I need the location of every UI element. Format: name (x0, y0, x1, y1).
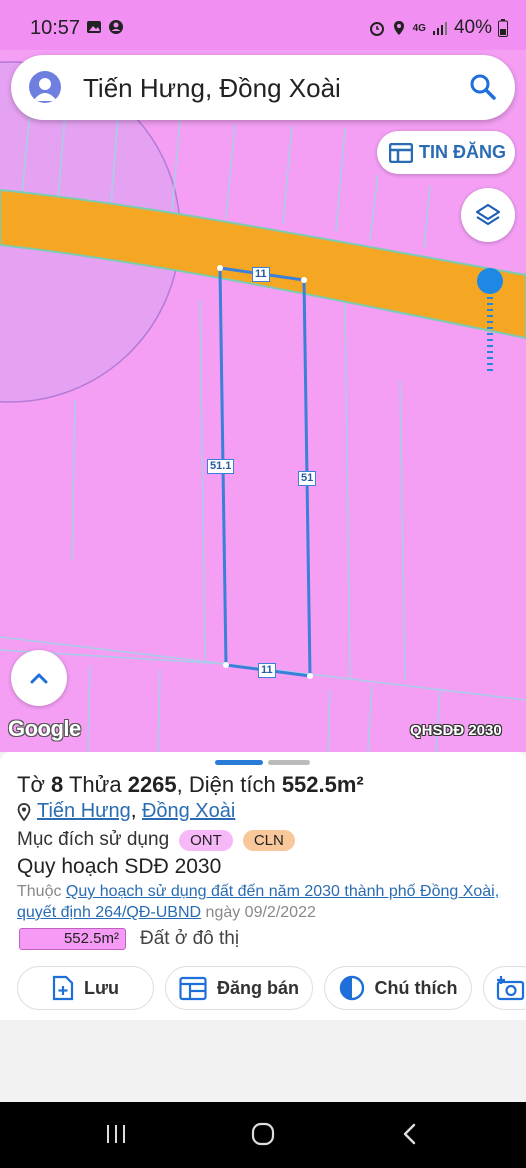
search-input[interactable]: Tiến Hưng, Đồng Xoài (83, 73, 341, 104)
status-time: 10:57 (30, 17, 81, 39)
search-bar[interactable]: Tiến Hưng, Đồng Xoài (11, 55, 515, 120)
add-photo-button[interactable] (483, 966, 526, 1010)
back-icon[interactable] (400, 1122, 420, 1146)
title-mid: Thửa (63, 772, 128, 797)
city-link[interactable]: Đồng Xoài (142, 800, 235, 822)
sell-post-label: Đăng bán (216, 977, 299, 998)
google-logo: Google (8, 716, 81, 741)
sheet-handle[interactable] (268, 760, 310, 765)
parcel-location: Tiến Hưng, Đồng Xoài (17, 800, 235, 823)
add-photo-icon (496, 976, 525, 1001)
location-icon (393, 21, 404, 35)
layers-icon (475, 203, 501, 226)
land-use-purpose: Mục đích sử dụng ONT CLN (17, 829, 295, 851)
plan-date: ngày 09/2/2022 (201, 904, 316, 921)
battery-icon (498, 19, 508, 37)
title-prefix: Tờ (17, 772, 51, 797)
legend-icon (339, 975, 364, 1001)
parcel-area: 552.5m² (281, 772, 364, 797)
alarm-icon (369, 22, 384, 36)
edge-length-bottom: 11 (258, 663, 276, 678)
network-type: 4G (412, 22, 426, 34)
recents-icon[interactable] (104, 1122, 128, 1146)
parcel-info-sheet: Tờ 8 Thửa 2265, Diện tích 552.5m² Tiến H… (0, 752, 526, 1020)
save-label: Lưu (83, 977, 120, 998)
edge-length-top: 11 (252, 267, 270, 282)
purpose-chip-cln[interactable]: CLN (242, 829, 295, 851)
listing-icon (389, 142, 413, 163)
title-suffix: , Diện tích (176, 772, 282, 797)
avatar[interactable] (29, 71, 61, 103)
android-nav-bar (0, 1102, 526, 1168)
sell-post-button[interactable]: Đăng bán (165, 966, 313, 1010)
planning-layer-badge: QHSDĐ 2030 (410, 722, 502, 739)
plan-prefix: Thuộc (17, 883, 66, 900)
opacity-slider-knob (477, 268, 503, 294)
ward-link[interactable]: Tiến Hưng (37, 800, 131, 822)
legend-button[interactable]: Chú thích (324, 966, 472, 1010)
home-icon[interactable] (250, 1122, 276, 1146)
sheet-number: 8 (50, 772, 64, 797)
user-avatar-icon (33, 78, 57, 101)
expand-up-button[interactable] (11, 650, 67, 706)
zone-label: Đất ở đô thị (140, 928, 240, 949)
zone-area-row: 552.5m² Đất ở đô thị (19, 928, 239, 950)
search-icon[interactable] (469, 73, 497, 101)
account-icon (109, 20, 123, 34)
zone-area-chip: 552.5m² (19, 928, 126, 950)
parcel-title: Tờ 8 Thửa 2265, Diện tích 552.5m² (17, 772, 364, 798)
location-pin-icon (17, 802, 31, 821)
save-file-icon (52, 975, 74, 1001)
edge-length-left: 51.1 (207, 459, 235, 474)
battery-percent: 40% (453, 17, 492, 38)
post-listing-label: TIN ĐĂNG (419, 142, 506, 162)
status-bar: 10:57 4G 40% (0, 0, 526, 50)
purpose-chip-ont[interactable]: ONT (179, 829, 233, 851)
post-listing-button[interactable]: TIN ĐĂNG (377, 131, 515, 174)
legend-label: Chú thích (374, 977, 458, 998)
signal-icon (432, 22, 447, 35)
location-separator: , (130, 800, 142, 822)
action-bar: Lưu Đăng bán Chú thích (17, 966, 526, 1010)
edge-length-right: 51 (298, 471, 317, 486)
plan-title: Quy hoạch SDĐ 2030 (17, 855, 222, 878)
purpose-label: Mục đích sử dụng (17, 829, 170, 850)
plan-description: Thuộc Quy hoạch sử dụng đất đến năm 2030… (17, 881, 512, 923)
gallery-icon (87, 21, 101, 33)
sheet-handle-active[interactable] (215, 760, 263, 765)
save-button[interactable]: Lưu (17, 966, 154, 1010)
parcel-number: 2265 (127, 772, 177, 797)
layers-button[interactable] (461, 188, 515, 242)
chevron-up-icon (30, 673, 48, 684)
calendar-post-icon (179, 976, 207, 1001)
